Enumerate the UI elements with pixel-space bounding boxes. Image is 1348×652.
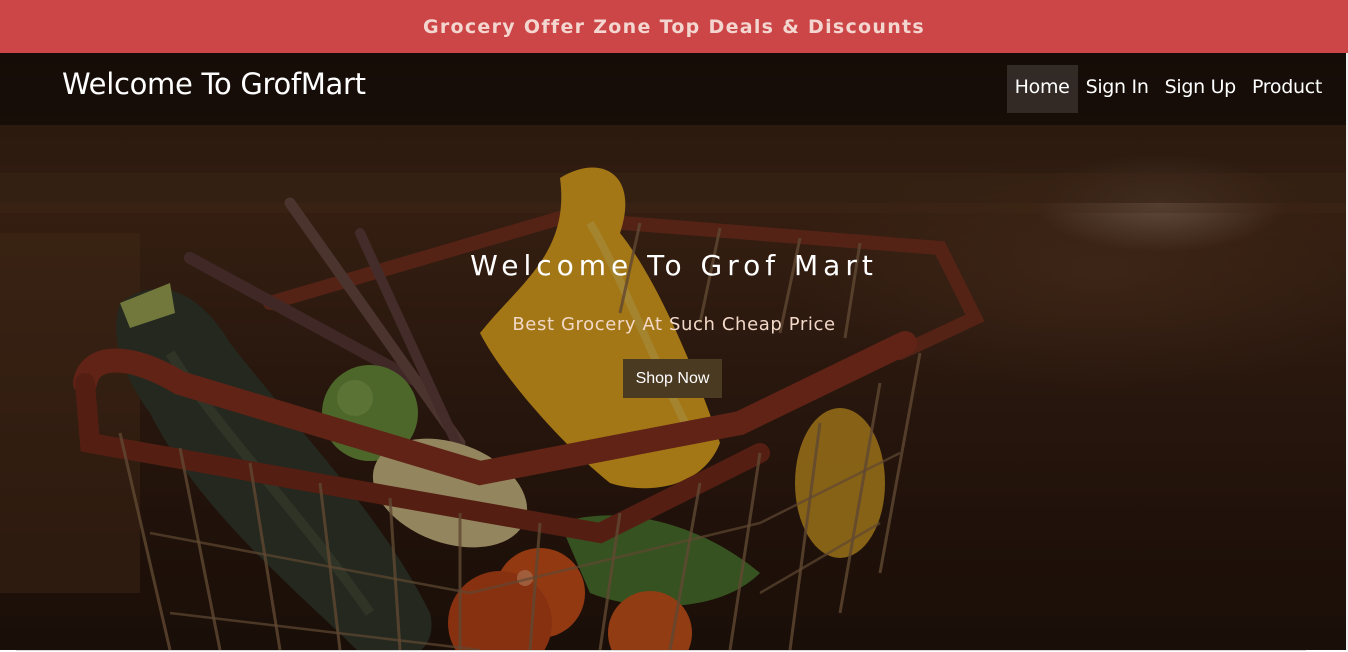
brand-title[interactable]: Welcome To GrofMart (62, 67, 366, 101)
offer-banner-text: Grocery Offer Zone Top Deals & Discounts (422, 15, 926, 38)
grocery-basket-image (0, 53, 1348, 650)
shop-now-button[interactable]: Shop Now (623, 359, 722, 398)
nav-link-sign-up[interactable]: Sign Up (1157, 65, 1244, 113)
offer-banner: Grocery Offer Zone Top Deals & Discounts (0, 0, 1348, 53)
hero-title: Welcome To Grof Mart (470, 249, 878, 282)
navbar: Welcome To GrofMart Home Sign In Sign Up… (0, 53, 1348, 125)
hero-bottom-divider (16, 650, 1306, 651)
hero-section: Welcome To Grof Mart Best Grocery At Suc… (0, 53, 1348, 650)
nav-links: Home Sign In Sign Up Product (1006, 65, 1330, 113)
nav-link-product[interactable]: Product (1244, 65, 1330, 113)
hero-subtitle: Best Grocery At Such Cheap Price (512, 314, 836, 335)
nav-link-home[interactable]: Home (1006, 65, 1078, 113)
nav-link-sign-in[interactable]: Sign In (1078, 65, 1157, 113)
